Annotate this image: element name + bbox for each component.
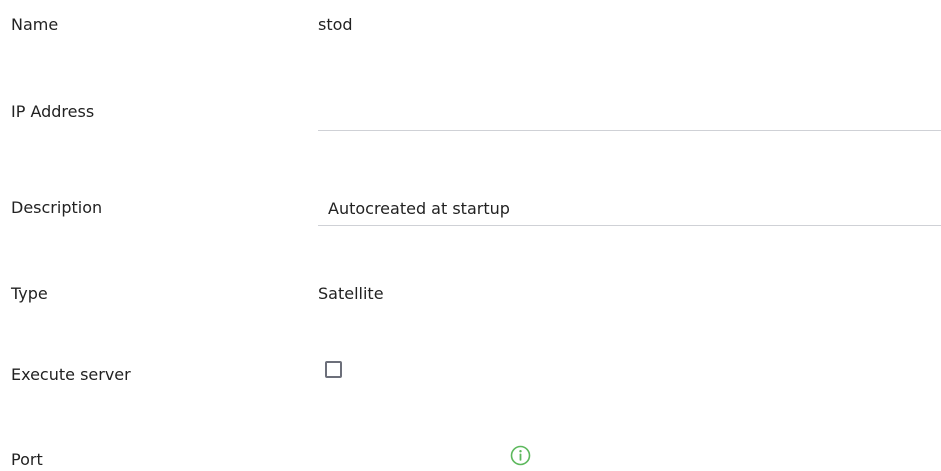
port-label: Port — [11, 450, 43, 469]
ip-address-input[interactable] — [328, 97, 928, 129]
ip-address-field — [318, 97, 941, 131]
execute-server-label: Execute server — [11, 365, 131, 384]
name-value: stod — [318, 15, 353, 34]
execute-server-checkbox[interactable] — [325, 361, 342, 378]
info-circle-icon[interactable] — [510, 445, 531, 466]
ip-address-label: IP Address — [11, 102, 95, 121]
name-label: Name — [11, 15, 59, 34]
description-label: Description — [11, 198, 103, 217]
description-field — [318, 192, 941, 226]
type-value: Satellite — [318, 284, 384, 303]
description-input[interactable] — [328, 192, 928, 224]
type-label: Type — [11, 284, 48, 303]
